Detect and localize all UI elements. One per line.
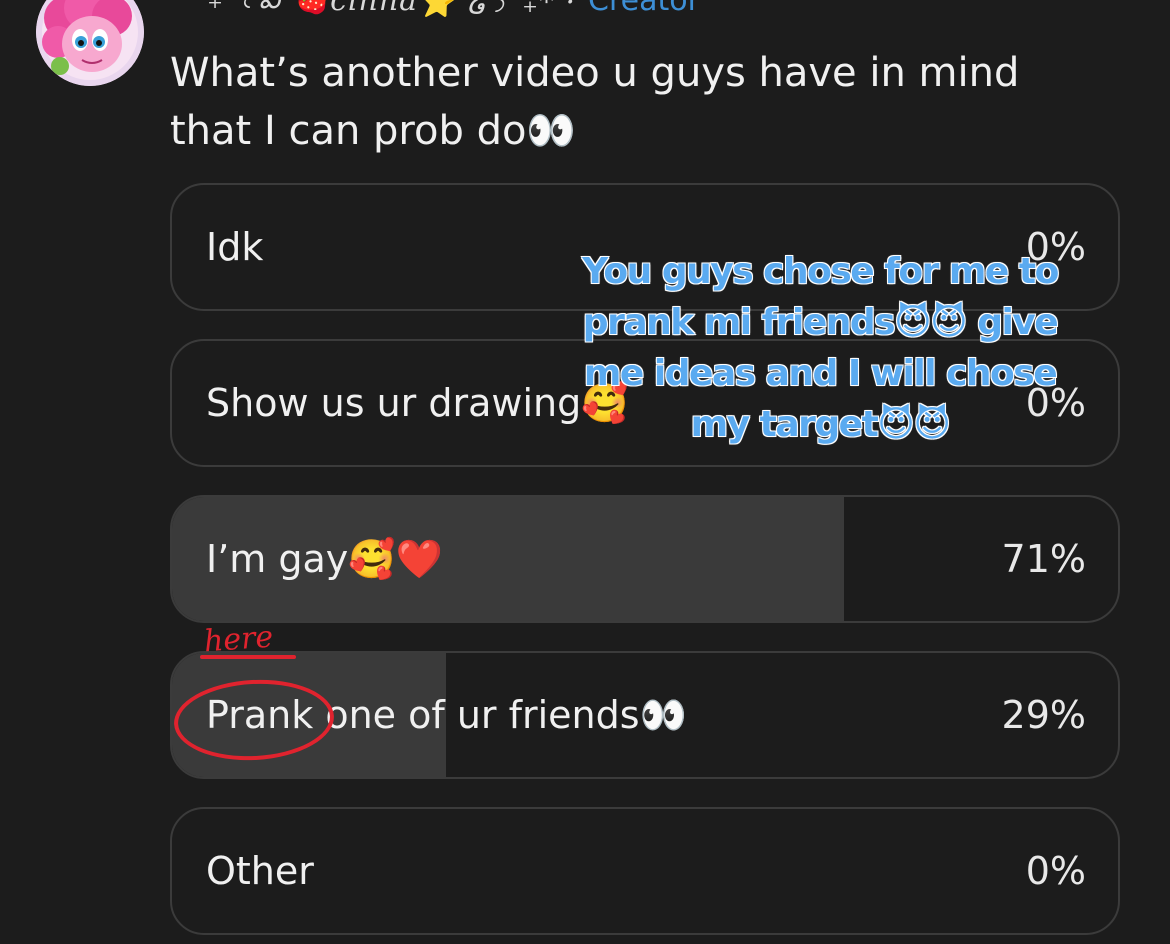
poll-option-other[interactable]: Other 0% <box>170 807 1120 935</box>
pink-pony-avatar-icon <box>36 0 144 86</box>
annotation-here-text: here <box>202 619 275 660</box>
header-decoration-left: · *₊ ꒰ఎ 🍓 <box>170 0 330 23</box>
poll-option-percent: 71% <box>1001 537 1086 581</box>
poll-option-label: Other <box>206 849 314 893</box>
poll-option-percent: 29% <box>1001 693 1086 737</box>
avatar[interactable] <box>36 0 144 86</box>
poll-option-label: I’m gay🥰❤️ <box>206 536 443 581</box>
creator-tag: Creator <box>588 0 700 18</box>
poll-question: What’s another video u guys have in mind… <box>170 50 1020 154</box>
author-name[interactable]: cinna <box>330 0 418 18</box>
poll-option-label: Idk <box>206 225 264 269</box>
header-decoration-right: ⭐ ໒꒱ ₊* · <box>418 0 577 20</box>
overlay-caption: You guys chose for me to prank mi friend… <box>581 250 1060 446</box>
annotation-underline <box>200 655 296 659</box>
poll-option-im-gay[interactable]: I’m gay🥰❤️ 71% <box>170 495 1120 623</box>
post-header: · *₊ ꒰ఎ 🍓 cinna ⭐ ໒꒱ ₊* · Creator <box>170 0 700 22</box>
poll-option-percent: 0% <box>1025 849 1086 893</box>
post-screen: · *₊ ꒰ఎ 🍓 cinna ⭐ ໒꒱ ₊* · Creator What’s… <box>0 0 1170 944</box>
